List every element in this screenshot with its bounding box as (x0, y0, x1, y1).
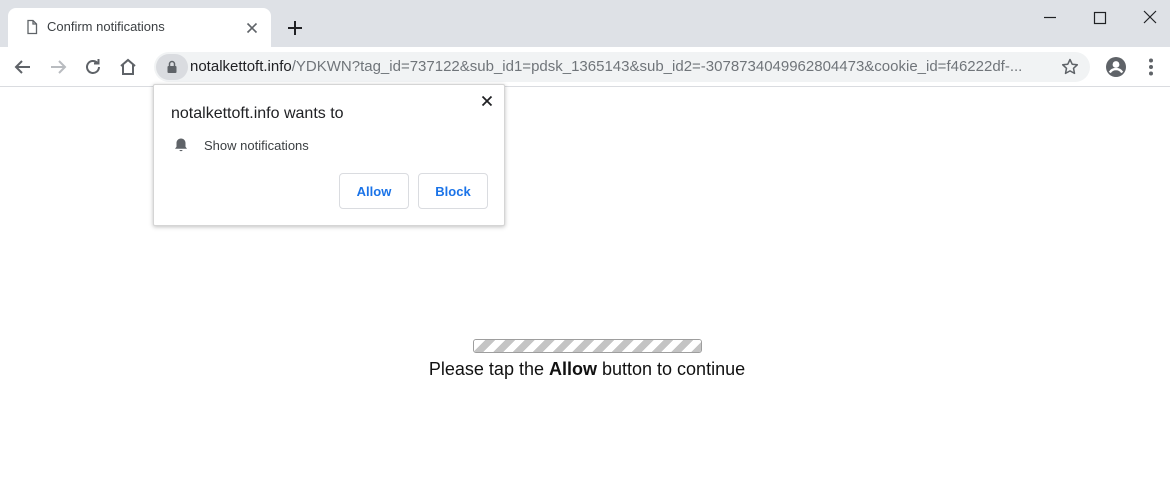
toolbar: notalkettoft.info/YDKWN?tag_id=737122&su… (0, 47, 1170, 87)
arrow-right-icon[interactable] (46, 55, 70, 79)
home-icon[interactable] (116, 55, 140, 79)
plus-icon[interactable] (285, 18, 305, 38)
site-info-button[interactable] (156, 54, 188, 80)
progress-bar-fill (474, 340, 701, 352)
star-icon[interactable] (1060, 57, 1080, 77)
lock-icon (167, 60, 177, 73)
allow-button[interactable]: Allow (339, 173, 409, 209)
allow-instruction: Please tap the Allow button to continue (0, 359, 1170, 380)
close-icon[interactable] (479, 93, 495, 109)
instruction-text-allow: Allow (548, 359, 597, 379)
instruction-text-before: Please tap the (428, 359, 549, 379)
progress-bar (473, 339, 702, 353)
tab-title: Confirm notifications (47, 19, 165, 34)
document-icon (27, 19, 38, 35)
url-text[interactable]: notalkettoft.info/YDKWN?tag_id=737122&su… (190, 58, 1045, 75)
bell-icon (175, 138, 187, 152)
block-button[interactable]: Block (418, 173, 488, 209)
instruction-text-after: button to continue (596, 359, 746, 379)
maximize-icon[interactable] (1088, 6, 1112, 30)
tab-active[interactable]: Confirm notifications (8, 8, 271, 47)
reload-icon[interactable] (81, 55, 105, 79)
tab-strip: Confirm notifications (0, 0, 1170, 47)
arrow-left-icon[interactable] (11, 55, 35, 79)
address-bar[interactable]: notalkettoft.info/YDKWN?tag_id=737122&su… (154, 52, 1090, 82)
account-icon[interactable] (1104, 55, 1128, 79)
url-host: notalkettoft.info (190, 58, 292, 75)
close-icon[interactable] (244, 20, 260, 36)
permission-label: Show notifications (204, 138, 309, 153)
notification-permission-prompt: notalkettoft.info wants to Show notifica… (153, 84, 505, 226)
window-close-icon[interactable] (1138, 6, 1162, 30)
url-path: /YDKWN?tag_id=737122&sub_id1=pdsk_136514… (291, 58, 1023, 75)
minimize-icon[interactable] (1038, 6, 1062, 30)
kebab-menu-icon[interactable] (1139, 55, 1163, 79)
prompt-title: notalkettoft.info wants to (171, 105, 344, 122)
